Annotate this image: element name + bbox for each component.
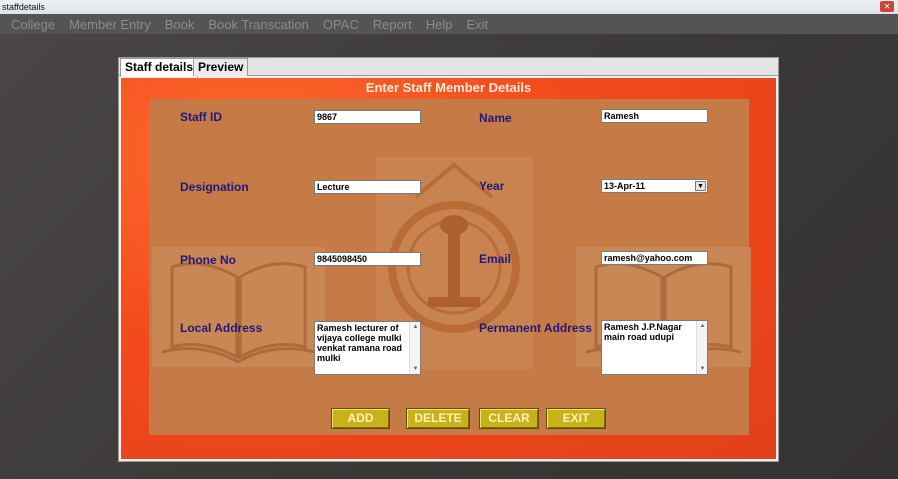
clear-button[interactable]: CLEAR (479, 408, 539, 429)
permanent-address-text: Ramesh J.P.Nagar main road udupi (604, 322, 682, 342)
menu-item-book-transcation[interactable]: Book Transcation (208, 17, 308, 32)
phone-label: Phone No (180, 253, 236, 267)
menu-item-member-entry[interactable]: Member Entry (69, 17, 151, 32)
scroll-down-arrow-icon[interactable]: ▼ (410, 364, 420, 374)
window-title-bar: staffdetails ✕ (0, 0, 898, 14)
scroll-up-arrow-icon[interactable]: ▲ (410, 322, 420, 332)
tab-strip: Staff details Preview (119, 58, 778, 77)
year-value: 13-Apr-11 (604, 181, 646, 191)
menu-item-opac[interactable]: OPAC (323, 17, 359, 32)
permanent-address-textarea[interactable]: Ramesh J.P.Nagar main road udupi ▲ ▼ (601, 320, 708, 375)
form-title: Enter Staff Member Details (365, 80, 532, 95)
tab-preview[interactable]: Preview (193, 58, 249, 76)
year-dropdown[interactable]: 13-Apr-11 ▼ (601, 179, 708, 193)
window-title: staffdetails (2, 2, 45, 12)
permanent-address-scrollbar[interactable]: ▲ ▼ (696, 321, 707, 374)
form-area: Staff ID Name Designation Year Phone No … (149, 99, 751, 435)
staff-id-field[interactable]: 9867 (314, 110, 421, 124)
local-address-textarea[interactable]: Ramesh lecturer of vijaya college mulki … (314, 321, 421, 375)
chevron-down-icon[interactable]: ▼ (695, 181, 706, 191)
menu-bar: College Member Entry Book Book Transcati… (0, 14, 898, 34)
permanent-address-label: Permanent Address (479, 321, 592, 335)
add-button[interactable]: ADD (331, 408, 390, 429)
name-field[interactable]: Ramesh (601, 109, 708, 123)
email-field[interactable]: ramesh@yahoo.com (601, 251, 708, 265)
delete-button[interactable]: DELETE (406, 408, 470, 429)
exit-button[interactable]: EXIT (546, 408, 606, 429)
designation-field[interactable]: Lecture (314, 180, 421, 194)
local-address-text: Ramesh lecturer of vijaya college mulki … (317, 323, 403, 363)
name-label: Name (479, 111, 512, 125)
staff-form-panel: Enter Staff Member Details Staff ID Name… (121, 78, 776, 459)
menu-item-report[interactable]: Report (373, 17, 412, 32)
tab-staff-details[interactable]: Staff details (120, 58, 199, 77)
year-label: Year (479, 179, 505, 193)
local-address-label: Local Address (180, 321, 263, 335)
scroll-up-arrow-icon[interactable]: ▲ (697, 321, 707, 331)
local-address-scrollbar[interactable]: ▲ ▼ (409, 322, 420, 374)
menu-item-exit[interactable]: Exit (467, 17, 489, 32)
open-book-watermark-left (152, 247, 325, 367)
staff-details-window: Staff details Preview Enter Staff Member… (118, 57, 779, 462)
email-label: Email (479, 252, 512, 266)
staff-id-label: Staff ID (180, 110, 222, 124)
scroll-down-arrow-icon[interactable]: ▼ (697, 364, 707, 374)
menu-item-college[interactable]: College (11, 17, 55, 32)
phone-field[interactable]: 9845098450 (314, 252, 421, 266)
menu-item-help[interactable]: Help (426, 17, 453, 32)
designation-label: Designation (180, 180, 249, 194)
window-close-button[interactable]: ✕ (880, 1, 894, 12)
menu-item-book[interactable]: Book (165, 17, 195, 32)
